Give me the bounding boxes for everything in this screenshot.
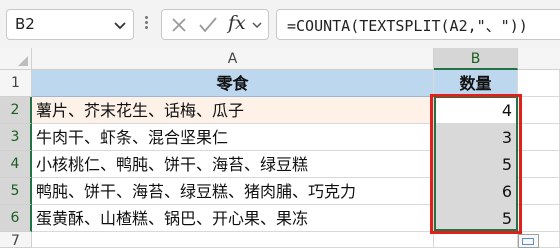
formula-bar: B2 fx =COUNTA(TEXTSPLIT(A2,"、")) [0, 0, 560, 48]
cell-c3[interactable] [518, 124, 560, 151]
select-all-corner[interactable] [0, 48, 32, 70]
chevron-down-icon[interactable] [111, 16, 129, 38]
column-header-b[interactable]: B [434, 48, 518, 70]
name-box-value: B2 [15, 15, 35, 33]
row-header-6[interactable]: 6 [0, 205, 32, 232]
cell-c2[interactable] [518, 97, 560, 124]
table-cell-food[interactable]: 蛋黄酥、山楂糕、锅巴、开心果、果冻 [32, 205, 434, 232]
cell-a7[interactable] [32, 232, 434, 248]
fx-icon[interactable]: fx [228, 12, 246, 34]
row-header-1[interactable]: 1 [0, 70, 32, 97]
formula-text: =COUNTA(TEXTSPLIT(A2,"、")) [287, 17, 528, 35]
formula-input[interactable]: =COUNTA(TEXTSPLIT(A2,"、")) [276, 9, 560, 40]
cell-c6[interactable] [518, 205, 560, 232]
column-header-a[interactable]: A [32, 48, 434, 70]
table-cell-food[interactable]: 薯片、芥末花生、话梅、瓜子 [32, 97, 434, 124]
cell-c4[interactable] [518, 151, 560, 178]
fx-chevron-icon[interactable] [250, 17, 264, 37]
cancel-icon[interactable] [170, 16, 188, 38]
cell-b7[interactable] [434, 232, 518, 248]
highlight-box [430, 94, 522, 234]
row-header-2[interactable]: 2 [0, 97, 32, 124]
row-header-5[interactable]: 5 [0, 178, 32, 205]
cell-c1[interactable] [518, 70, 560, 97]
row-header-3[interactable]: 3 [0, 124, 32, 151]
table-header-count[interactable]: 数量 [434, 70, 518, 97]
row-header-4[interactable]: 4 [0, 151, 32, 178]
name-box[interactable]: B2 [6, 9, 134, 40]
enter-icon[interactable] [198, 16, 218, 38]
column-header-c[interactable] [518, 48, 560, 70]
cell-c5[interactable] [518, 178, 560, 205]
spreadsheet-grid: A B 1 2 3 4 5 6 7 零食 数量 薯片、芥末花生、话梅、瓜子 4 … [0, 48, 560, 248]
formula-actions: fx [161, 9, 269, 40]
quick-analysis-icon[interactable] [518, 234, 539, 248]
table-cell-food[interactable]: 牛肉干、虾条、混合坚果仁 [32, 124, 434, 151]
row-header-7[interactable]: 7 [0, 232, 32, 248]
table-cell-food[interactable]: 小核桃仁、鸭肫、饼干、海苔、绿豆糕 [32, 151, 434, 178]
table-header-food[interactable]: 零食 [32, 70, 434, 97]
table-cell-food[interactable]: 鸭肫、饼干、海苔、绿豆糕、猪肉脯、巧克力 [32, 178, 434, 205]
drag-handle-icon[interactable] [142, 14, 150, 36]
